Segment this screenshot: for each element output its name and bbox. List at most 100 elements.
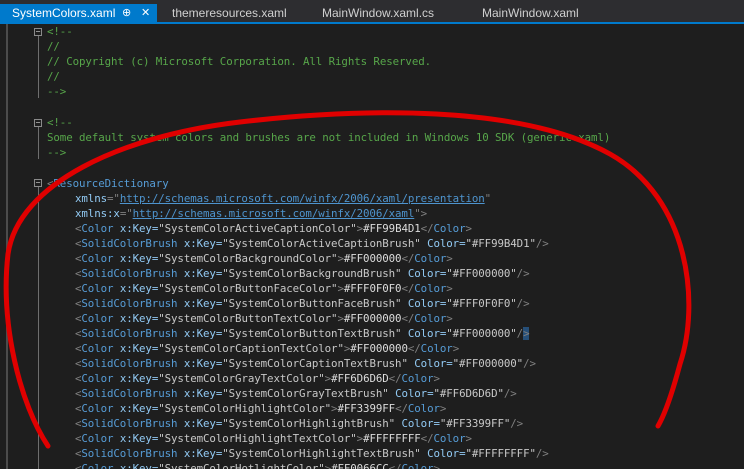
fold-guide xyxy=(38,36,39,98)
tag-name: Color xyxy=(81,222,114,235)
fold-guide xyxy=(38,187,39,469)
color-value: "#FF6D6D6D" xyxy=(433,387,504,400)
color-resource-line: <Color x:Key="SystemColorButtonFaceColor… xyxy=(75,281,453,296)
attr-name: xmlns:x xyxy=(75,207,120,220)
color-value: #FF99B4D1 xyxy=(363,222,421,235)
resource-key: "SystemColorBackgroundBrush" xyxy=(222,267,402,280)
code-line: <!-- xyxy=(47,25,73,38)
tag-bracket: </ xyxy=(420,222,434,235)
resource-key: "SystemColorHighlightBrush" xyxy=(222,417,396,430)
tag-name: SolidColorBrush xyxy=(81,327,178,340)
brush-resource-line: <SolidColorBrush x:Key="SystemColorButto… xyxy=(75,296,530,311)
color-value: "#FFF0F0F0" xyxy=(446,297,517,310)
tag-bracket: > xyxy=(439,402,447,415)
tag-name: Color xyxy=(81,252,114,265)
tag-bracket: > xyxy=(523,267,530,280)
code-line: Some default system colors and brushes a… xyxy=(47,131,611,144)
tag-bracket: > xyxy=(452,342,460,355)
pin-icon[interactable]: ⊕ xyxy=(122,6,131,19)
tag-name: Color xyxy=(433,222,466,235)
attr-name: Color= xyxy=(407,327,447,340)
tag-bracket: </ xyxy=(401,282,415,295)
tag-bracket: </ xyxy=(388,462,402,469)
tag-name: ResourceDictionary xyxy=(53,177,169,190)
tab-systemcolors-xaml[interactable]: SystemColors.xaml ⊕ ✕ xyxy=(0,4,157,24)
resource-key: "SystemColorButtonFaceColor" xyxy=(158,282,338,295)
tag-bracket: > xyxy=(523,297,530,310)
collapse-icon[interactable]: − xyxy=(34,119,42,127)
resource-key: "SystemColorActiveCaptionColor" xyxy=(158,222,357,235)
brush-resource-line: <SolidColorBrush x:Key="SystemColorHighl… xyxy=(75,446,549,461)
tab-themeresources-xaml[interactable]: themeresources.xaml xyxy=(160,4,310,22)
resource-key: "SystemColorCaptionTextColor" xyxy=(158,342,344,355)
attr-name: x:Key= xyxy=(119,312,159,325)
tag-bracket: </ xyxy=(388,372,402,385)
tag-name: SolidColorBrush xyxy=(81,417,178,430)
tag-name: Color xyxy=(433,432,466,445)
code-editor[interactable]: − − − <!-- // // Copyright (c) Microsoft… xyxy=(0,24,744,469)
code-line: xmlns="http://schemas.microsoft.com/winf… xyxy=(75,191,491,206)
color-value: #FF000000 xyxy=(343,312,402,325)
resource-key: "SystemColorActiveCaptionBrush" xyxy=(222,237,421,250)
tag-bracket: </ xyxy=(407,342,421,355)
tag-name: Color xyxy=(81,312,114,325)
color-resource-line: <Color x:Key="SystemColorCaptionTextColo… xyxy=(75,341,459,356)
attr-name: x:Key= xyxy=(119,432,159,445)
tag-name: Color xyxy=(81,342,114,355)
tag-name: Color xyxy=(420,342,453,355)
color-value: #FF0066CC xyxy=(331,462,389,469)
tag-name: Color xyxy=(407,402,440,415)
tag-bracket: > xyxy=(529,357,536,370)
tag-name: Color xyxy=(81,432,114,445)
code-line: --> xyxy=(47,146,67,159)
collapse-icon[interactable]: − xyxy=(34,28,42,36)
color-resource-line: <Color x:Key="SystemColorHighlightColor"… xyxy=(75,401,446,416)
tab-mainwindow-xaml[interactable]: MainWindow.xaml xyxy=(470,4,620,22)
tag-name: Color xyxy=(414,252,447,265)
color-value: "#FF99B4D1" xyxy=(465,237,536,250)
collapse-icon[interactable]: − xyxy=(34,179,42,187)
attr-name: x:Key= xyxy=(119,462,159,469)
attr-quote: "> xyxy=(414,207,428,220)
resource-key: "SystemColorHighlightColor" xyxy=(158,402,332,415)
color-value: #FF000000 xyxy=(343,252,402,265)
attr-name: x:Key= xyxy=(183,357,223,370)
tag-name: SolidColorBrush xyxy=(81,297,178,310)
color-value: "#FF000000" xyxy=(446,267,517,280)
color-value: #FF3399FF xyxy=(337,402,396,415)
code-line: // xyxy=(47,40,60,53)
tab-mainwindow-xaml-cs[interactable]: MainWindow.xaml.cs xyxy=(310,4,470,22)
tag-name: Color xyxy=(81,402,114,415)
color-value: "#FF000000" xyxy=(446,327,517,340)
attr-quote: " xyxy=(484,192,492,205)
attr-eq: =" xyxy=(107,192,120,205)
color-resource-line: <Color x:Key="SystemColorHighlightTextCo… xyxy=(75,431,472,446)
attr-name: xmlns xyxy=(75,192,108,205)
code-line: <ResourceDictionary xyxy=(47,176,169,191)
attr-name: x:Key= xyxy=(119,372,159,385)
tag-name: SolidColorBrush xyxy=(81,237,178,250)
color-value: "#FF000000" xyxy=(452,357,524,370)
attr-name: x:Key= xyxy=(183,297,223,310)
close-icon[interactable]: ✕ xyxy=(141,6,150,19)
document-tab-bar: SystemColors.xaml ⊕ ✕ themeresources.xam… xyxy=(0,0,744,24)
tag-bracket: > xyxy=(433,372,441,385)
color-value: "#FF3399FF" xyxy=(439,417,511,430)
tag-bracket: > xyxy=(542,447,549,460)
brush-resource-line: <SolidColorBrush x:Key="SystemColorBackg… xyxy=(75,266,530,281)
brush-resource-line: <SolidColorBrush x:Key="SystemColorActiv… xyxy=(75,236,549,251)
code-line: // xyxy=(47,70,60,83)
tag-bracket: > xyxy=(446,312,453,325)
tag-bracket: > xyxy=(465,432,473,445)
tab-label: MainWindow.xaml xyxy=(482,6,579,20)
namespace-link[interactable]: http://schemas.microsoft.com/winfx/2006/… xyxy=(120,192,485,205)
tag-name: Color xyxy=(81,282,114,295)
resource-key: "SystemColorHighlightTextBrush" xyxy=(222,447,421,460)
code-line: // Copyright (c) Microsoft Corporation. … xyxy=(47,55,432,68)
tag-name: SolidColorBrush xyxy=(81,447,178,460)
attr-name: x:Key= xyxy=(183,447,223,460)
namespace-link[interactable]: http://schemas.microsoft.com/winfx/2006/… xyxy=(133,207,415,220)
tag-bracket: > xyxy=(465,222,473,235)
color-resource-line: <Color x:Key="SystemColorButtonTextColor… xyxy=(75,311,453,326)
code-line: --> xyxy=(47,85,67,98)
